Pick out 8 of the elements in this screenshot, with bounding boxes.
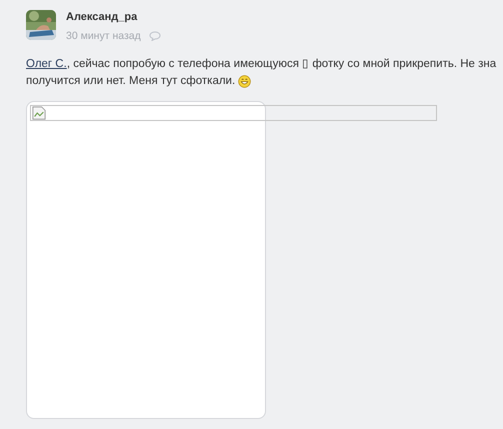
post-text: , сейчас попробую с телефона имеющуюся ▯ фотку со мной прикрепить. Не зна: [66, 57, 496, 72]
post-time: 30 минут назад: [66, 30, 141, 42]
smiley-icon: [238, 75, 252, 88]
broken-image-icon: [32, 106, 46, 120]
post-text: получится или нет. Меня тут сфоткали.: [26, 74, 236, 89]
user-mention-link[interactable]: Олег С.: [26, 56, 67, 73]
author-name[interactable]: Александ_ра: [66, 11, 161, 27]
comment-icon[interactable]: [148, 31, 161, 41]
